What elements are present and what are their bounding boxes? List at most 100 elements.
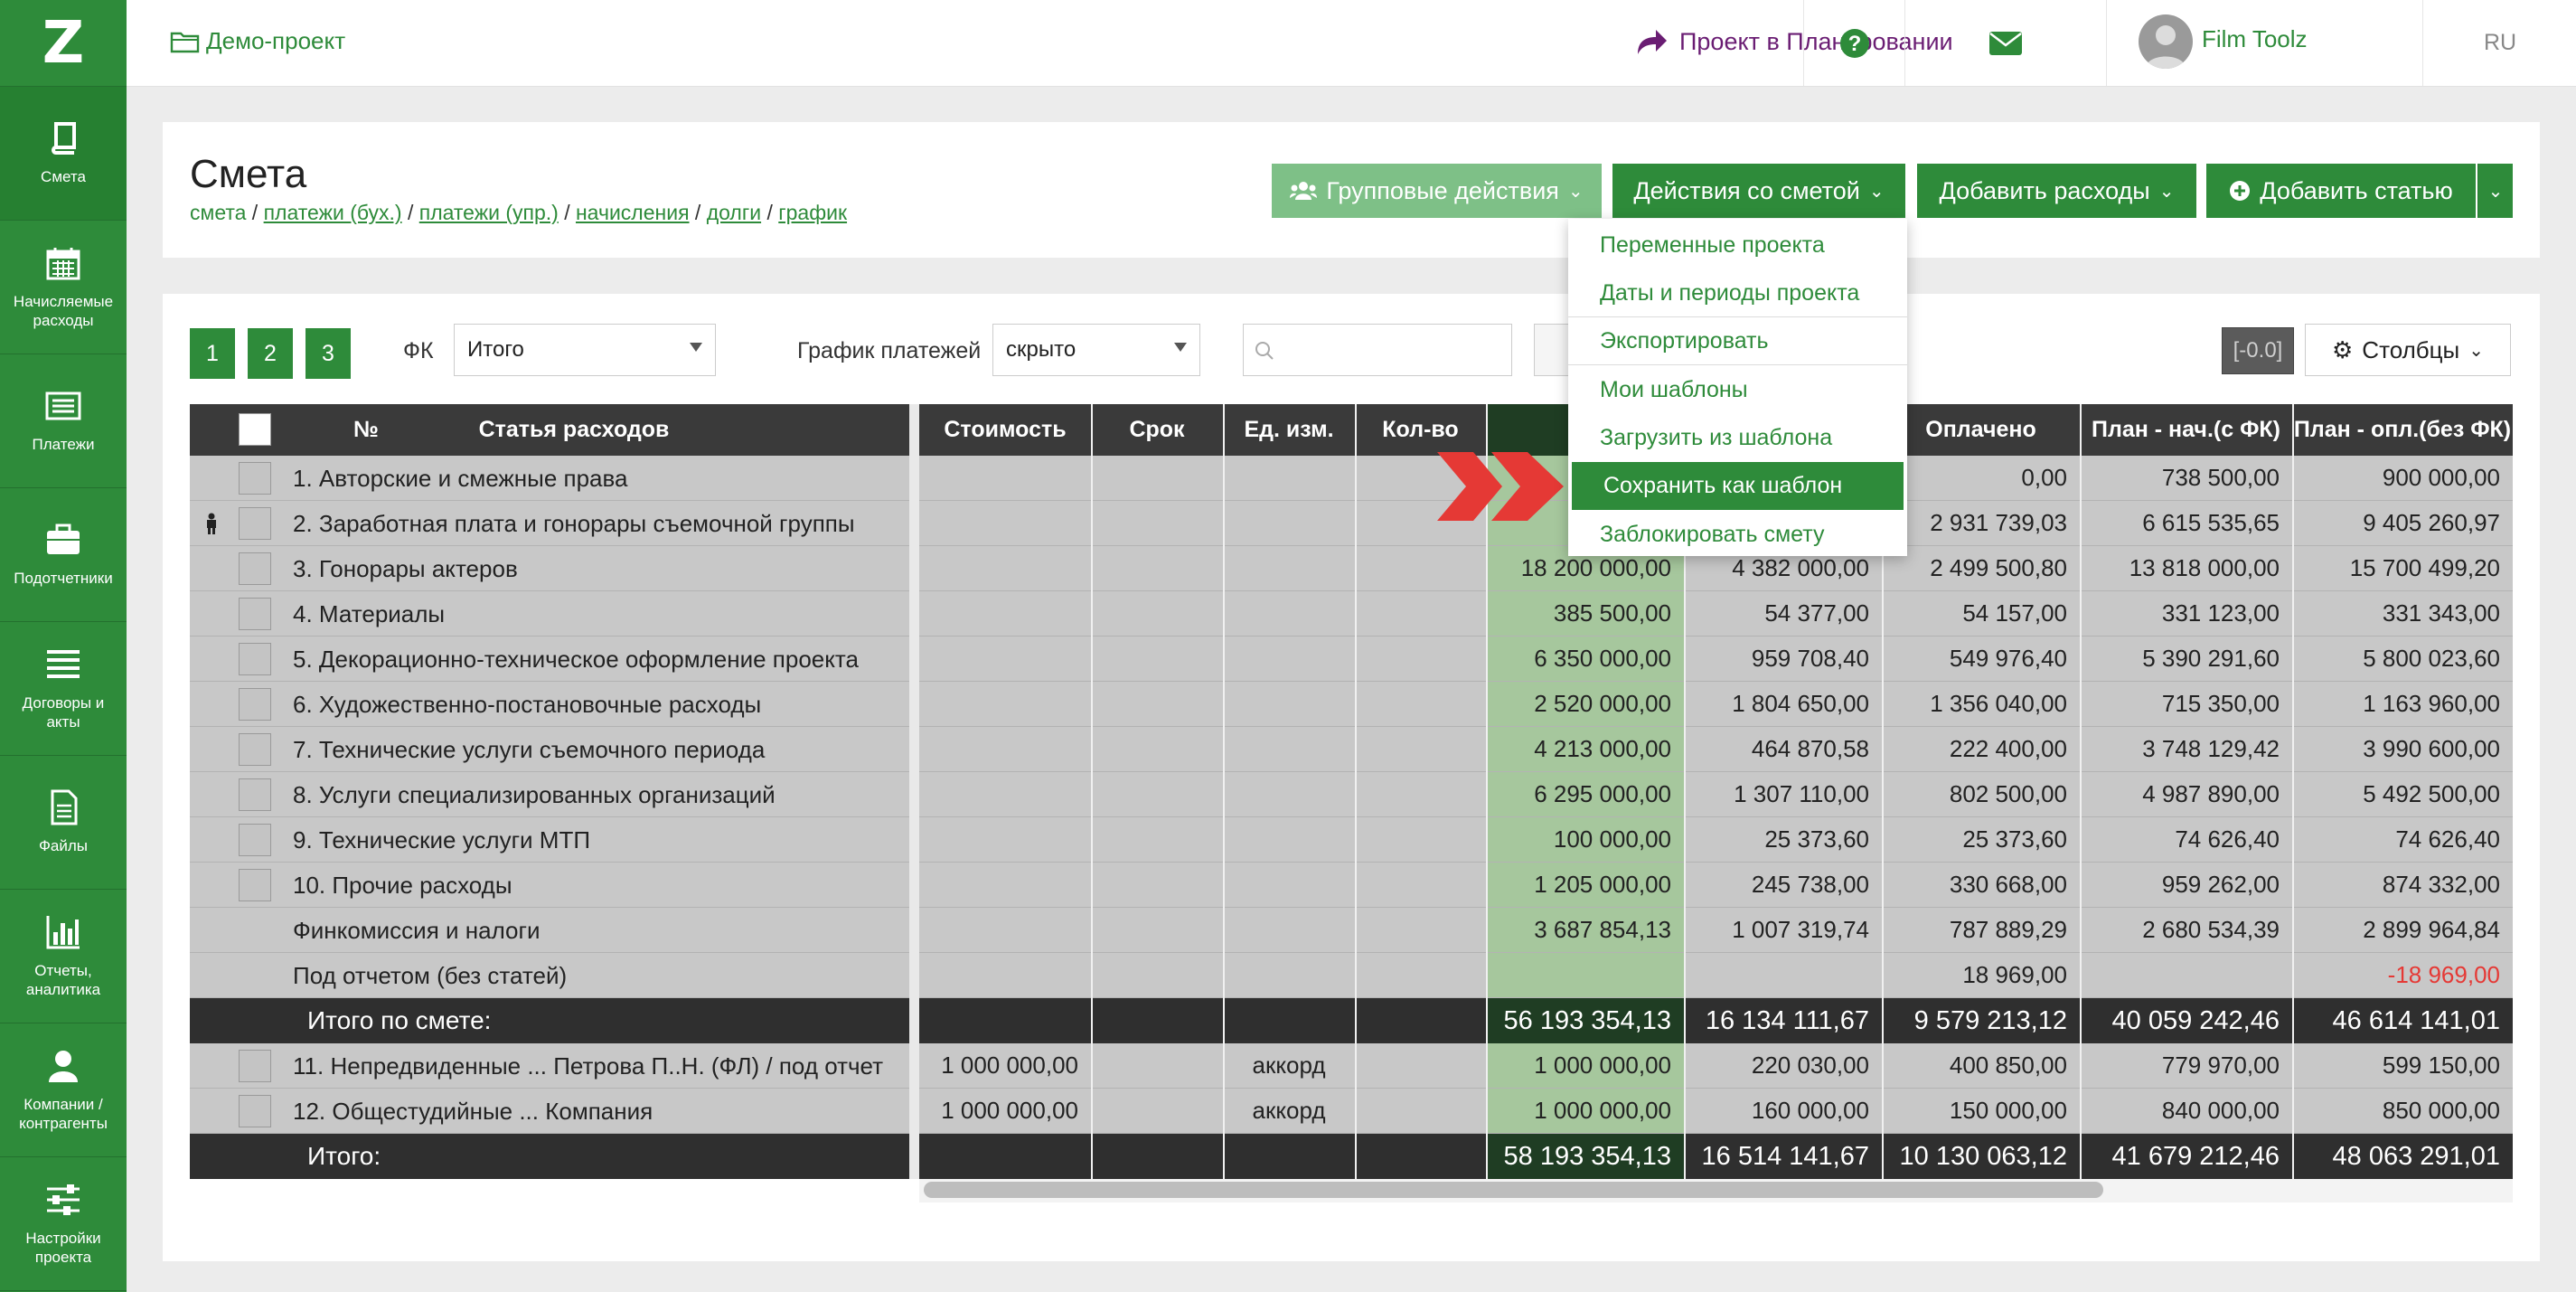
row-name[interactable]: 3. Гонорары актеров xyxy=(293,546,909,591)
total-plan_acc: 41 679 212,46 xyxy=(2080,1134,2292,1179)
sidebar-item-3[interactable]: Подотчетники xyxy=(0,488,127,622)
menu-item-0[interactable]: Переменные проекта xyxy=(1568,222,1907,269)
sidebar-item-5[interactable]: Файлы xyxy=(0,756,127,890)
group-actions-button[interactable]: Групповые действия ⌄ xyxy=(1272,164,1602,218)
fk-select[interactable]: Итого xyxy=(454,324,716,376)
sidebar-item-2[interactable]: Платежи xyxy=(0,354,127,488)
row-name[interactable]: 5. Декорационно-техническое оформление п… xyxy=(293,637,909,682)
cell-c8: 1 007 319,74 xyxy=(1684,908,1882,953)
row-checkbox[interactable] xyxy=(239,778,271,811)
project-link[interactable]: Демо-проект xyxy=(170,27,345,55)
menu-item-6[interactable]: Заблокировать смету xyxy=(1568,511,1907,559)
add-expenses-button[interactable]: Добавить расходы ⌄ xyxy=(1917,164,2196,218)
header-paid[interactable]: Оплачено xyxy=(1882,404,2080,456)
row-name[interactable]: Под отчетом (без статей) xyxy=(293,953,909,998)
crumb-estimate[interactable]: смета xyxy=(190,201,246,224)
header-term[interactable]: Срок xyxy=(1091,404,1223,456)
row-name[interactable]: 7. Технические услуги съемочного периода xyxy=(293,727,909,772)
row-name[interactable]: 2. Заработная плата и гонорары съемочной… xyxy=(293,501,909,546)
list-lines-icon xyxy=(45,646,81,683)
cell-paid: 330 668,00 xyxy=(1882,863,2080,908)
crumb-payments-acc[interactable]: платежи (бух.) xyxy=(264,201,402,224)
estimate-actions-button[interactable]: Действия со сметой ⌄ xyxy=(1612,164,1905,218)
user-menu[interactable]: Film Toolz xyxy=(2106,0,2423,86)
row-checkbox[interactable] xyxy=(239,462,271,495)
header-unit[interactable]: Ед. изм. xyxy=(1223,404,1355,456)
columns-button[interactable]: ⚙ Столбцы ⌄ xyxy=(2305,324,2511,376)
header-qty[interactable]: Кол-во xyxy=(1355,404,1486,456)
row-checkbox[interactable] xyxy=(239,598,271,630)
row-checkbox[interactable] xyxy=(239,869,271,901)
row-name[interactable]: 9. Технические услуги МТП xyxy=(293,817,909,863)
cell-qty xyxy=(1355,727,1486,772)
row-name[interactable]: 10. Прочие расходы xyxy=(293,863,909,908)
add-item-dropdown[interactable]: ⌄ xyxy=(2477,164,2513,218)
sidebar-item-8[interactable]: Настройки проекта xyxy=(0,1157,127,1291)
total-c8: 16 514 141,67 xyxy=(1684,1134,1882,1179)
row-name[interactable]: 1. Авторские и смежные права xyxy=(293,456,909,501)
select-all-checkbox[interactable] xyxy=(239,413,271,446)
sidebar-item-0[interactable]: Смета xyxy=(0,87,127,221)
header-plan_pay[interactable]: План - опл.(без ФК) xyxy=(2292,404,2513,456)
row-checkbox[interactable] xyxy=(239,552,271,585)
menu-item-3[interactable]: Мои шаблоны xyxy=(1568,366,1907,414)
menu-divider xyxy=(1568,364,1907,365)
menu-item-1[interactable]: Даты и периоды проекта xyxy=(1568,269,1907,317)
cell-c7: 3 687 854,13 xyxy=(1486,908,1684,953)
menu-item-2[interactable]: Экспортировать xyxy=(1568,317,1907,365)
search-input[interactable] xyxy=(1243,324,1512,376)
cell-c7: 4 213 000,00 xyxy=(1486,727,1684,772)
crumb-accruals[interactable]: начисления xyxy=(576,201,690,224)
horizontal-scrollbar[interactable] xyxy=(924,1182,2103,1198)
user-icon xyxy=(45,1048,81,1084)
language-switch[interactable]: RU xyxy=(2422,0,2576,86)
sidebar-item-label: Платежи xyxy=(32,436,95,453)
sidebar-item-1[interactable]: Начисляемые расходы xyxy=(0,221,127,354)
cell-term xyxy=(1091,591,1223,637)
row-name[interactable]: Финкомиссия и налоги xyxy=(293,908,909,953)
crumb-debts[interactable]: долги xyxy=(707,201,761,224)
row-checkbox[interactable] xyxy=(239,507,271,540)
users-icon xyxy=(1290,182,1318,200)
row-name[interactable]: 11. Непредвиденные ... Петрова П..Н. (ФЛ… xyxy=(293,1043,909,1089)
messages-button[interactable] xyxy=(1904,0,2106,86)
sidebar-item-6[interactable]: Отчеты, аналитика xyxy=(0,890,127,1023)
page-1[interactable]: 1 xyxy=(190,328,235,379)
cell-plan_acc xyxy=(2080,953,2292,998)
row-checkbox[interactable] xyxy=(239,688,271,721)
row-checkbox[interactable] xyxy=(239,643,271,675)
total-cost xyxy=(919,998,1091,1043)
sidebar-item-7[interactable]: Компании / контрагенты xyxy=(0,1023,127,1157)
help-button[interactable]: ? xyxy=(1803,0,1905,86)
crumb-payments-mgmt[interactable]: платежи (упр.) xyxy=(419,201,559,224)
row-checkbox[interactable] xyxy=(239,1095,271,1127)
app-logo[interactable]: Z xyxy=(0,0,127,87)
top-bar: Демо-проект Проект в Планировании ? Film… xyxy=(127,0,2576,87)
menu-divider xyxy=(1568,316,1907,317)
schedule-select[interactable]: скрыто xyxy=(992,324,1200,376)
cell-cost xyxy=(919,682,1091,727)
crumb-schedule[interactable]: график xyxy=(778,201,847,224)
cell-unit xyxy=(1223,727,1355,772)
sidebar-item-4[interactable]: Договоры и акты xyxy=(0,622,127,756)
cell-unit: аккорд xyxy=(1223,1043,1355,1089)
row-checkbox[interactable] xyxy=(239,733,271,766)
cell-term xyxy=(1091,817,1223,863)
menu-item-4[interactable]: Загрузить из шаблона xyxy=(1568,414,1907,462)
header-cost[interactable]: Стоимость xyxy=(919,404,1091,456)
total-paid: 10 130 063,12 xyxy=(1882,1134,2080,1179)
add-item-button[interactable]: Добавить статью xyxy=(2206,164,2476,218)
person-icon xyxy=(204,513,219,539)
row-name[interactable]: 6. Художественно-постановочные расходы xyxy=(293,682,909,727)
menu-item-5[interactable]: Сохранить как шаблон xyxy=(1572,462,1904,510)
row-checkbox[interactable] xyxy=(239,824,271,856)
cell-paid: 802 500,00 xyxy=(1882,772,2080,817)
row-name[interactable]: 8. Услуги специализированных организаций xyxy=(293,772,909,817)
row-checkbox[interactable] xyxy=(239,1050,271,1082)
page-2[interactable]: 2 xyxy=(248,328,293,379)
row-name[interactable]: 4. Материалы xyxy=(293,591,909,637)
header-plan_acc[interactable]: План - нач.(с ФК) xyxy=(2080,404,2292,456)
row-name[interactable]: 12. Общестудийные ... Компания xyxy=(293,1089,909,1134)
page-3[interactable]: 3 xyxy=(306,328,351,379)
cell-paid: 787 889,29 xyxy=(1882,908,2080,953)
